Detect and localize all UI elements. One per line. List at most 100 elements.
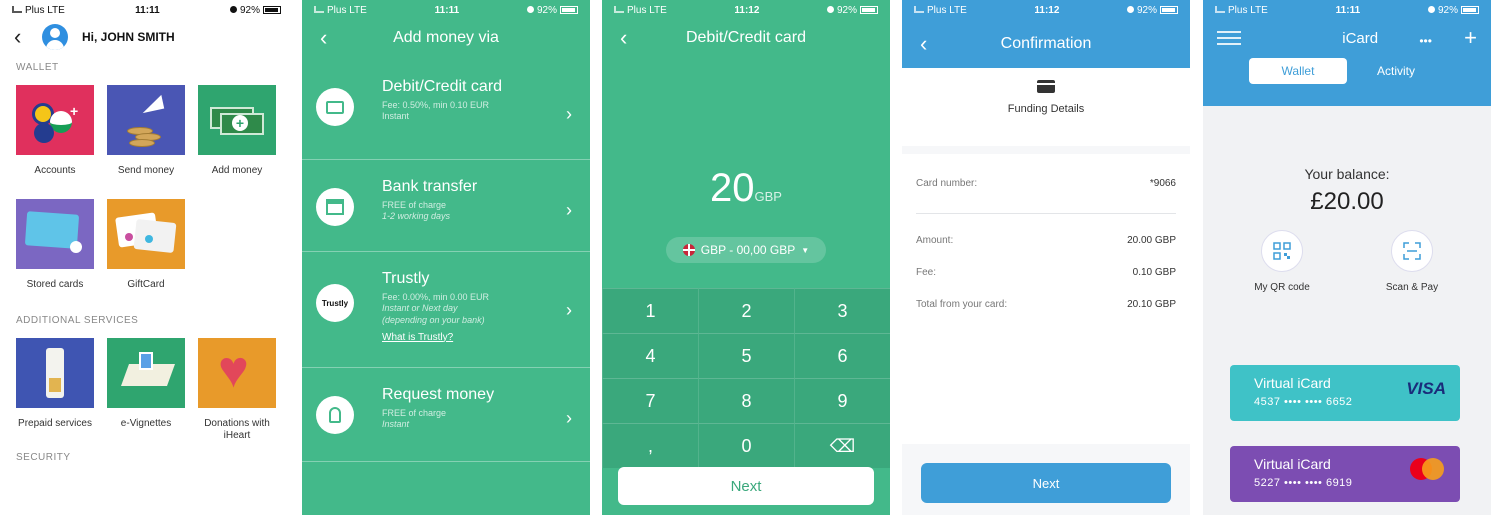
tab-wallet[interactable]: Wallet bbox=[1249, 58, 1347, 84]
balance-label: Your balance: bbox=[1304, 166, 1390, 182]
key-7[interactable]: 7 bbox=[602, 378, 698, 423]
amount-row: Amount: 20.00 GBP bbox=[916, 224, 1176, 256]
back-arrow-icon[interactable]: ‹ bbox=[14, 24, 42, 50]
accounts-tile[interactable]: + Accounts bbox=[16, 85, 94, 199]
option-fee: Fee: 0.50%, min 0.10 EUR bbox=[382, 100, 490, 110]
funding-details-title: Funding Details bbox=[1007, 103, 1085, 115]
send-money-label: Send money bbox=[117, 165, 175, 176]
status-bar: Plus LTE 11:12 92% bbox=[902, 0, 1190, 20]
key-3[interactable]: 3 bbox=[794, 288, 890, 333]
key-8[interactable]: 8 bbox=[698, 378, 794, 423]
back-arrow-icon[interactable]: ‹ bbox=[620, 25, 627, 51]
prepaid-services-tile[interactable]: Prepaid services bbox=[16, 338, 94, 452]
quick-actions: My QR code Scan & Pay bbox=[1203, 230, 1491, 293]
amount-label: Amount: bbox=[916, 234, 954, 246]
balance-block: Your balance: £20.00 bbox=[1203, 166, 1491, 216]
virtual-card-visa[interactable]: Virtual iCard 4537 •••• •••• 6652 VISA bbox=[1230, 365, 1460, 421]
card-number-row: Card number: *9066 bbox=[916, 154, 1176, 214]
send-money-tile[interactable]: Send money bbox=[107, 85, 185, 199]
numeric-keypad: 1 2 3 4 5 6 7 8 9 , 0 ⌫ bbox=[602, 288, 890, 468]
option-title: Request money bbox=[382, 386, 495, 403]
status-bar: Plus LTE 11:12 92% bbox=[602, 0, 890, 20]
option-speed: Instant bbox=[382, 111, 410, 122]
clock: 11:11 bbox=[135, 4, 160, 16]
page-title: Confirmation bbox=[1000, 35, 1092, 52]
option-request-money[interactable]: Request money FREE of charge Instant › bbox=[302, 368, 590, 462]
what-is-trustly-link[interactable]: What is Trustly? bbox=[382, 332, 489, 343]
key-1[interactable]: 1 bbox=[602, 288, 698, 333]
virtual-card-mastercard[interactable]: Virtual iCard 5227 •••• •••• 6919 bbox=[1230, 446, 1460, 502]
key-4[interactable]: 4 bbox=[602, 333, 698, 378]
battery-icon bbox=[1159, 5, 1178, 14]
giftcard-tile[interactable]: GiftCard bbox=[107, 199, 185, 313]
battery-icon bbox=[1461, 5, 1479, 14]
option-debit-credit-card[interactable]: Debit/Credit card Fee: 0.50%, min 0.10 E… bbox=[302, 60, 590, 160]
chevron-right-icon: › bbox=[566, 300, 572, 320]
qr-code-icon bbox=[1261, 230, 1303, 272]
key-decimal[interactable]: , bbox=[602, 423, 698, 468]
back-arrow-icon[interactable]: ‹ bbox=[320, 25, 327, 51]
prepaid-services-label: Prepaid services bbox=[18, 418, 92, 429]
home-header: ‹ Hi, JOHN SMITH bbox=[0, 20, 293, 54]
scan-pay-button[interactable]: Scan & Pay bbox=[1377, 230, 1447, 293]
option-title: Trustly bbox=[382, 270, 430, 287]
add-icon[interactable]: + bbox=[1464, 25, 1477, 50]
status-bar: Plus LTE 11:11 92% bbox=[0, 0, 293, 20]
app-title: iCard bbox=[1342, 29, 1379, 47]
key-2[interactable]: 2 bbox=[698, 288, 794, 333]
my-qr-code-button[interactable]: My QR code bbox=[1247, 230, 1317, 293]
add-money-label: Add money bbox=[211, 165, 263, 176]
donations-tile[interactable]: ♥ Donations with iHeart bbox=[198, 338, 276, 452]
carrier-label: Plus LTE bbox=[1228, 4, 1268, 16]
battery-icon bbox=[859, 5, 878, 14]
key-5[interactable]: 5 bbox=[698, 333, 794, 378]
e-vignettes-tile[interactable]: e-Vignettes bbox=[107, 338, 185, 452]
next-button[interactable]: Next bbox=[921, 463, 1171, 503]
menu-icon[interactable] bbox=[1217, 27, 1241, 49]
accounts-tile-image: + bbox=[16, 85, 94, 155]
funding-details-list: Card number: *9066 Amount: 20.00 GBP Fee… bbox=[902, 154, 1190, 444]
signal-icon bbox=[1215, 5, 1225, 13]
wallet-tiles: + Accounts Send money + Add money Stored… bbox=[0, 85, 293, 313]
wallet-section-title: WALLET bbox=[16, 62, 59, 73]
amount-value: 20 bbox=[710, 166, 755, 210]
option-note: (depending on your bank) bbox=[382, 314, 485, 325]
donations-label: Donations with iHeart bbox=[204, 418, 270, 441]
giftcard-label: GiftCard bbox=[127, 279, 165, 290]
stored-cards-tile[interactable]: Stored cards bbox=[16, 199, 94, 313]
option-speed: 1-2 working days bbox=[382, 211, 451, 222]
next-button[interactable]: Next bbox=[618, 467, 874, 505]
additional-tiles: Prepaid services e-Vignettes ♥ Donations… bbox=[0, 338, 293, 452]
back-arrow-icon[interactable]: ‹ bbox=[920, 31, 927, 57]
tab-activity[interactable]: Activity bbox=[1347, 58, 1445, 84]
heart-icon: ♥ bbox=[218, 341, 249, 399]
greeting: Hi, JOHN SMITH bbox=[82, 30, 175, 44]
key-0[interactable]: 0 bbox=[698, 423, 794, 468]
card-number-value: *9066 bbox=[1149, 178, 1176, 189]
fee-value: 0.10 GBP bbox=[1132, 266, 1176, 278]
option-fee: FREE of charge bbox=[382, 200, 447, 210]
total-value: 20.10 GBP bbox=[1127, 298, 1176, 310]
bank-icon bbox=[316, 188, 354, 226]
option-bank-transfer[interactable]: Bank transfer FREE of charge 1-2 working… bbox=[302, 160, 590, 252]
moon-icon bbox=[1427, 5, 1435, 13]
add-money-topbar: ‹ Add money via bbox=[302, 20, 590, 56]
prepaid-tile-image bbox=[16, 338, 94, 408]
option-speed: Instant or Next day bbox=[382, 303, 458, 314]
option-trustly[interactable]: Trustly Trustly Fee: 0.00%, min 0.00 EUR… bbox=[302, 252, 590, 368]
backspace-icon[interactable]: ⌫ bbox=[794, 423, 890, 468]
signal-icon bbox=[12, 5, 22, 13]
amount-currency: GBP bbox=[754, 189, 782, 204]
key-9[interactable]: 9 bbox=[794, 378, 890, 423]
amount-value: 20.00 GBP bbox=[1127, 234, 1176, 246]
add-money-tile[interactable]: + Add money bbox=[198, 85, 276, 199]
key-6[interactable]: 6 bbox=[794, 333, 890, 378]
carrier-label: Plus LTE bbox=[927, 4, 967, 16]
total-label: Total from your card: bbox=[916, 298, 1008, 310]
account-selector[interactable]: GBP - 00,00 GBP ▼ bbox=[666, 237, 826, 263]
card-number-label: Card number: bbox=[916, 178, 978, 189]
wallet-screen: Plus LTE 11:11 92% iCard ••• + Wallet Ac… bbox=[1203, 0, 1491, 515]
avatar[interactable] bbox=[42, 24, 68, 50]
uk-flag-icon bbox=[682, 244, 695, 256]
more-icon[interactable]: ••• bbox=[1419, 34, 1432, 48]
